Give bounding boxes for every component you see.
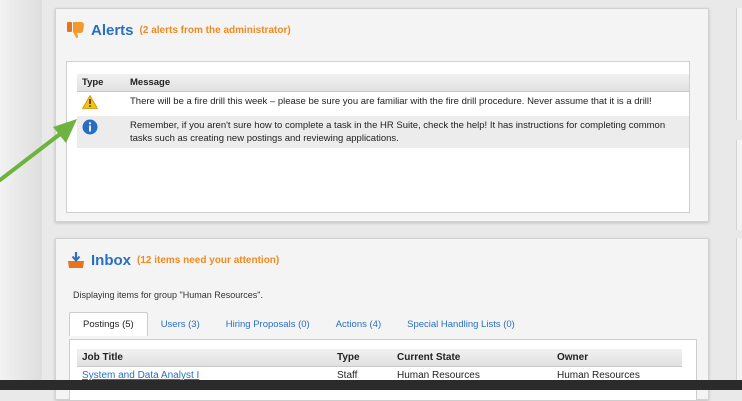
- alerts-table: Type Message There will be a fire drill …: [77, 74, 689, 148]
- alert-message: Remember, if you aren't sure how to comp…: [125, 116, 689, 148]
- thumbs-down-icon: [66, 20, 86, 40]
- info-icon: [82, 119, 98, 138]
- right-panel-edge: [736, 8, 742, 120]
- inbox-tabs: Postings (5) Users (3) Hiring Proposals …: [69, 312, 528, 336]
- column-header-job-title[interactable]: Job Title: [77, 349, 332, 367]
- alerts-header: Alerts (2 alerts from the administrator): [66, 19, 291, 41]
- right-panel-edge: [736, 238, 742, 388]
- inbox-description: Displaying items for group "Human Resour…: [73, 290, 263, 300]
- postings-header-row: Job Title Type Current State Owner: [77, 349, 682, 367]
- right-panel-edge: [736, 140, 742, 230]
- alert-type-cell: [77, 116, 125, 148]
- alert-row: There will be a fire drill this week – p…: [77, 91, 689, 116]
- inbox-title: Inbox: [91, 251, 131, 269]
- inbox-subtitle: (12 items need your attention): [137, 254, 280, 266]
- warning-icon: [81, 94, 99, 112]
- column-header-type[interactable]: Type: [332, 349, 392, 367]
- column-header-type: Type: [77, 74, 125, 92]
- column-header-message: Message: [125, 74, 689, 92]
- alerts-table-container: Type Message There will be a fire drill …: [66, 61, 690, 213]
- tab-hiring-proposals[interactable]: Hiring Proposals (0): [213, 313, 323, 336]
- column-header-current-state[interactable]: Current State: [392, 349, 552, 367]
- alert-row: Remember, if you aren't sure how to comp…: [77, 116, 689, 148]
- inbox-panel: Inbox (12 items need your attention) Dis…: [55, 238, 709, 401]
- tab-postings[interactable]: Postings (5): [69, 312, 148, 336]
- alerts-panel: Alerts (2 alerts from the administrator)…: [55, 8, 709, 222]
- tab-actions[interactable]: Actions (4): [323, 313, 394, 336]
- column-header-owner[interactable]: Owner: [552, 349, 682, 367]
- postings-tab-panel: Job Title Type Current State Owner Syste…: [69, 339, 697, 401]
- alerts-title: Alerts: [91, 21, 134, 39]
- inbox-header: Inbox (12 items need your attention): [66, 249, 279, 271]
- tab-special-handling-lists[interactable]: Special Handling Lists (0): [394, 313, 528, 336]
- left-gutter: [0, 0, 42, 390]
- tab-users[interactable]: Users (3): [148, 313, 213, 336]
- alert-type-cell: [77, 91, 125, 116]
- bottom-bar: [0, 380, 742, 390]
- postings-table: Job Title Type Current State Owner Syste…: [77, 349, 682, 384]
- alert-message: There will be a fire drill this week – p…: [125, 91, 689, 116]
- inbox-tray-icon: [66, 250, 86, 270]
- alerts-header-row: Type Message: [77, 74, 689, 92]
- alerts-subtitle: (2 alerts from the administrator): [139, 24, 291, 36]
